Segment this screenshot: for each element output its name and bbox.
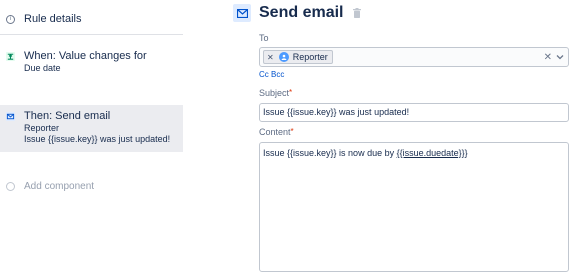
to-label: To (259, 33, 269, 43)
required-marker: * (289, 88, 293, 97)
trigger-component[interactable]: When: Value changes for Due date (0, 49, 183, 79)
required-marker: * (290, 127, 294, 136)
page-title: Send email (259, 4, 344, 21)
content-label: Content* (259, 127, 294, 137)
content-text-underlined: {{issue.duedate}} (396, 148, 465, 158)
subject-input[interactable]: Issue {{issue.key}} was just updated! (259, 103, 569, 122)
trigger-icon (6, 52, 15, 61)
clear-icon[interactable]: ✕ (544, 52, 552, 63)
subject-label: Subject* (259, 88, 293, 98)
add-component-label: Add component (24, 181, 95, 192)
action-title: Then: Send email (24, 110, 111, 122)
recipient-chip: ✕ Reporter (263, 50, 333, 64)
content-text-prefix: Issue {{issue.key}} is now due by (263, 148, 397, 158)
to-field[interactable]: ✕ Reporter ✕ (259, 47, 569, 67)
action-header: Send email (233, 3, 361, 23)
email-header-icon (233, 4, 251, 22)
trigger-title: When: Value changes for (24, 50, 147, 62)
rule-sidebar: i Rule details When: Value changes for D… (0, 0, 183, 278)
add-circle-icon (6, 182, 15, 191)
rule-details-link[interactable]: i Rule details (6, 12, 81, 26)
delete-action-icon[interactable] (352, 8, 361, 19)
content-text-suffix: } (464, 148, 468, 158)
remove-recipient-icon[interactable]: ✕ (267, 53, 274, 62)
trigger-field: Due date (24, 63, 61, 73)
action-component-selected[interactable]: Then: Send email Reporter Issue {{issue.… (0, 105, 183, 152)
info-icon: i (6, 14, 15, 24)
content-textarea[interactable]: Issue {{issue.key}} is now due by {{issu… (259, 142, 569, 272)
action-subject-preview: Issue {{issue.key}} was just updated! (24, 134, 171, 144)
sidebar-divider (0, 34, 183, 35)
rule-details-label: Rule details (24, 13, 82, 25)
chevron-down-icon[interactable] (556, 53, 564, 61)
recipient-avatar (278, 52, 289, 62)
cc-bcc-link[interactable]: Cc Bcc (259, 70, 284, 79)
add-component-button[interactable]: Add component (6, 181, 94, 192)
recipient-label: Reporter (292, 52, 328, 62)
email-icon (6, 112, 15, 121)
action-recipient: Reporter (24, 123, 60, 133)
